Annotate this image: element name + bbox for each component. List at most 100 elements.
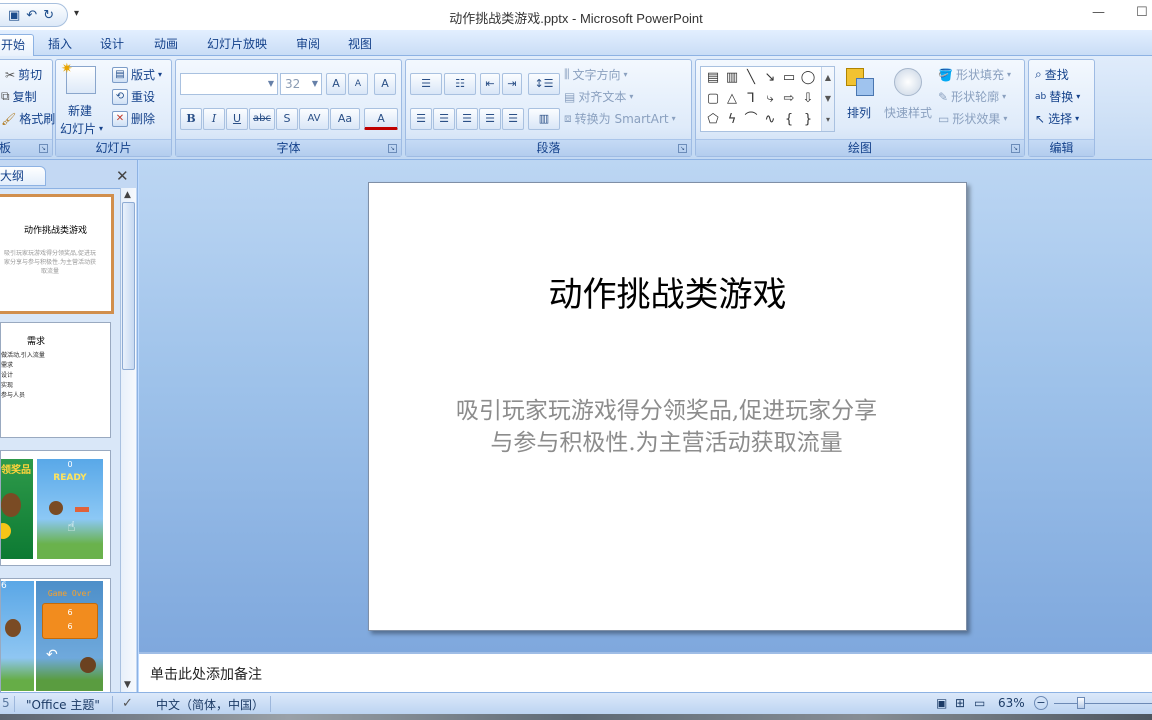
drawing-launcher-icon[interactable]: ↘ (1011, 144, 1020, 153)
left-brace-shape-icon[interactable]: { (780, 111, 798, 129)
columns-button[interactable]: ▥ (528, 108, 560, 130)
align-text-button[interactable]: ▤ 对齐文本 ▾ (564, 88, 633, 105)
slide-thumbnail-4[interactable]: 6 Game Over 6 6 ↶ (0, 578, 111, 692)
slide-thumbnail-1[interactable]: 动作挑战类游戏 吸引玩家玩游戏得分领奖品,促进玩家分享与参与积极性.为主营活动获… (0, 194, 114, 314)
find-button[interactable]: ⌕ 查找 (1035, 66, 1069, 83)
clear-format-button[interactable]: A (374, 73, 396, 95)
scrollbar-thumb[interactable] (122, 202, 135, 370)
distribute-button[interactable]: ☰ (502, 108, 524, 130)
tab-design[interactable]: 设计 (100, 34, 124, 56)
text-direction-button[interactable]: ⫼ 文字方向 ▾ (564, 66, 628, 83)
vertical-textbox-shape-icon[interactable]: ▥ (723, 69, 741, 87)
shape-outline-button[interactable]: ✎ 形状轮廓 ▾ (938, 88, 1006, 105)
curve-shape-icon[interactable]: ∿ (761, 111, 779, 129)
copy-button[interactable]: ⧉ 复制 (1, 88, 37, 105)
slideshow-view-icon[interactable]: ▭ (974, 696, 985, 710)
font-launcher-icon[interactable]: ↘ (388, 144, 397, 153)
tab-view[interactable]: 视图 (348, 34, 372, 56)
zoom-slider-thumb[interactable] (1077, 697, 1085, 709)
delete-slide-button[interactable]: ✕ 删除 (112, 110, 155, 127)
elbow-connector-shape-icon[interactable]: ⅂ (742, 90, 760, 108)
theme-name[interactable]: "Office 主题" (26, 696, 100, 713)
spell-check-icon[interactable]: ✓ (122, 696, 133, 711)
quick-styles-icon[interactable] (894, 68, 922, 96)
paragraph-launcher-icon[interactable]: ↘ (678, 144, 687, 153)
tab-animations[interactable]: 动画 (154, 34, 178, 56)
slide-thumbnail-3[interactable]: 领奖品 0 READY ☝ (0, 450, 111, 566)
minimize-button[interactable]: — (1092, 5, 1105, 20)
shapes-gallery[interactable]: ▤ ▥ ╲ ↘ ▭ ◯ ▢ △ ⅂ ⤷ ⇨ ⇩ ⬠ ϟ ⌒ ∿ { } ▲ ▼ ▾ (700, 66, 835, 132)
font-size-combo[interactable]: 32 ▼ (280, 73, 322, 95)
rectangle-shape-icon[interactable]: ▭ (780, 69, 798, 87)
zoom-out-icon[interactable]: − (1034, 696, 1048, 710)
justify-button[interactable]: ☰ (479, 108, 501, 130)
replace-button[interactable]: ab 替换 ▾ (1035, 88, 1080, 105)
arc-shape-icon[interactable]: ⌒ (742, 111, 760, 129)
underline-button[interactable]: U (226, 108, 248, 130)
down-arrow-shape-icon[interactable]: ⇩ (799, 90, 817, 108)
slide-subtitle[interactable]: 吸引玩家玩游戏得分领奖品,促进玩家分享与参与积极性.为主营活动获取流量 (454, 395, 879, 459)
align-center-button[interactable]: ☰ (433, 108, 455, 130)
arrange-icon[interactable] (844, 66, 878, 98)
shrink-font-button[interactable]: A (348, 73, 368, 95)
strikethrough-button[interactable]: abc (249, 108, 275, 130)
thumbnail-scrollbar[interactable]: ▲ ▼ (120, 188, 136, 692)
slide-sorter-icon[interactable]: ⊞ (955, 696, 965, 710)
tab-outline[interactable]: 大纲 (0, 166, 46, 186)
tab-slideshow[interactable]: 幻灯片放映 (207, 34, 267, 56)
shape-fill-button[interactable]: 🪣 形状填充 ▾ (938, 66, 1011, 83)
scroll-up-icon[interactable]: ▲ (124, 190, 131, 200)
scroll-down-icon[interactable]: ▼ (124, 680, 131, 690)
smartart-button[interactable]: ⧈ 转换为 SmartArt ▾ (564, 110, 676, 127)
current-slide[interactable]: 动作挑战类游戏 吸引玩家玩游戏得分领奖品,促进玩家分享与参与积极性.为主营活动获… (368, 182, 967, 631)
clipboard-launcher-icon[interactable]: ↘ (39, 144, 48, 153)
grow-font-button[interactable]: A (326, 73, 346, 95)
normal-view-icon[interactable]: ▣ (936, 696, 947, 710)
layout-button[interactable]: ▤ 版式 ▾ (112, 66, 162, 83)
cut-button[interactable]: ✂ 剪切 (5, 66, 42, 83)
line-shape-icon[interactable]: ╲ (742, 69, 760, 87)
zoom-slider-track[interactable] (1054, 703, 1152, 704)
change-case-button[interactable]: Aa (330, 108, 360, 130)
right-arrow-shape-icon[interactable]: ⇨ (780, 90, 798, 108)
rounded-rect-shape-icon[interactable]: ▢ (704, 90, 722, 108)
notes-placeholder[interactable]: 单击此处添加备注 (150, 664, 262, 684)
format-painter-button[interactable]: 🖌 格式刷 (1, 110, 55, 127)
quick-styles-button[interactable]: 快速样式 (884, 104, 932, 121)
shapes-gallery-scroll[interactable]: ▲ ▼ ▾ (821, 67, 834, 131)
triangle-shape-icon[interactable]: △ (723, 90, 741, 108)
maximize-button[interactable]: ☐ (1136, 5, 1148, 20)
tab-insert[interactable]: 插入 (48, 34, 72, 56)
close-pane-icon[interactable]: ✕ (116, 167, 129, 185)
new-slide-button[interactable]: 新建 (68, 102, 92, 119)
char-spacing-button[interactable]: AV (299, 108, 329, 130)
line-spacing-button[interactable]: ↕☰ (528, 73, 560, 95)
tab-review[interactable]: 审阅 (296, 34, 320, 56)
select-button[interactable]: ↖ 选择 ▾ (1035, 110, 1079, 127)
increase-indent-button[interactable]: ⇥ (502, 73, 522, 95)
text-shadow-button[interactable]: S (276, 108, 298, 130)
new-slide-dropdown[interactable]: 幻灯片 ▾ (60, 120, 103, 137)
pentagon-shape-icon[interactable]: ⬠ (704, 111, 722, 129)
arrow-line-shape-icon[interactable]: ↘ (761, 69, 779, 87)
italic-button[interactable]: I (203, 108, 225, 130)
arrange-button[interactable]: 排列 (847, 104, 871, 121)
bold-button[interactable]: B (180, 108, 202, 130)
notes-pane[interactable]: 单击此处添加备注 (139, 652, 1152, 692)
oval-shape-icon[interactable]: ◯ (799, 69, 817, 87)
tab-home[interactable]: 开始 (0, 34, 35, 56)
bullets-button[interactable]: ☰ (410, 73, 442, 95)
align-right-button[interactable]: ☰ (456, 108, 478, 130)
right-brace-shape-icon[interactable]: } (799, 111, 817, 129)
align-left-button[interactable]: ☰ (410, 108, 432, 130)
numbering-button[interactable]: ☷ (444, 73, 476, 95)
font-name-combo[interactable]: ▼ (180, 73, 278, 95)
shape-effects-button[interactable]: ▭ 形状效果 ▾ (938, 110, 1007, 127)
lightning-shape-icon[interactable]: ϟ (723, 111, 741, 129)
textbox-shape-icon[interactable]: ▤ (704, 69, 722, 87)
font-color-button[interactable]: A (364, 108, 398, 130)
new-slide-icon[interactable]: ✷ (61, 61, 96, 94)
slide-title[interactable]: 动作挑战类游戏 (369, 267, 966, 316)
elbow-arrow-shape-icon[interactable]: ⤷ (761, 90, 779, 108)
language[interactable]: 中文（简体，中国） (156, 696, 264, 713)
